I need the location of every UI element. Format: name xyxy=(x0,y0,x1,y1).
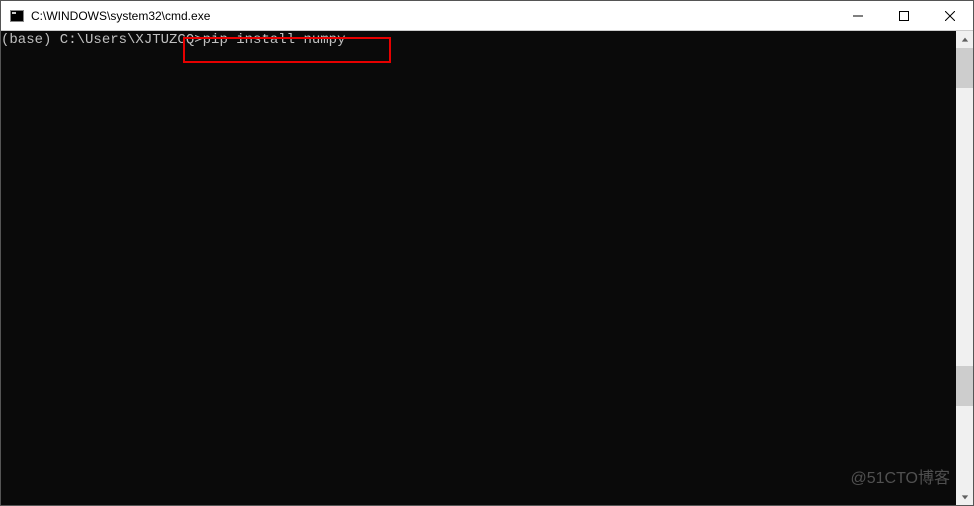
minimize-button[interactable] xyxy=(835,1,881,30)
scroll-track[interactable] xyxy=(956,48,973,488)
scroll-thumb[interactable] xyxy=(956,48,973,88)
window-controls xyxy=(835,1,973,30)
scroll-down-button[interactable] xyxy=(956,488,973,505)
prompt: (base) C:\Users\XJTUZCQ> xyxy=(1,32,203,48)
command-text: pip install numpy xyxy=(203,32,346,48)
window-title: C:\WINDOWS\system32\cmd.exe xyxy=(31,9,835,23)
terminal[interactable]: (base) C:\Users\XJTUZCQ>pip install nump… xyxy=(1,31,956,505)
maximize-button[interactable] xyxy=(881,1,927,30)
vertical-scrollbar[interactable] xyxy=(956,31,973,505)
cmd-window: C:\WINDOWS\system32\cmd.exe (base) C:\Us… xyxy=(0,0,974,506)
terminal-container: (base) C:\Users\XJTUZCQ>pip install nump… xyxy=(1,31,973,505)
terminal-line: (base) C:\Users\XJTUZCQ>pip install nump… xyxy=(1,31,956,49)
scroll-thumb[interactable] xyxy=(956,366,973,406)
scroll-up-button[interactable] xyxy=(956,31,973,48)
titlebar[interactable]: C:\WINDOWS\system32\cmd.exe xyxy=(1,1,973,31)
cmd-icon xyxy=(9,8,25,24)
close-button[interactable] xyxy=(927,1,973,30)
